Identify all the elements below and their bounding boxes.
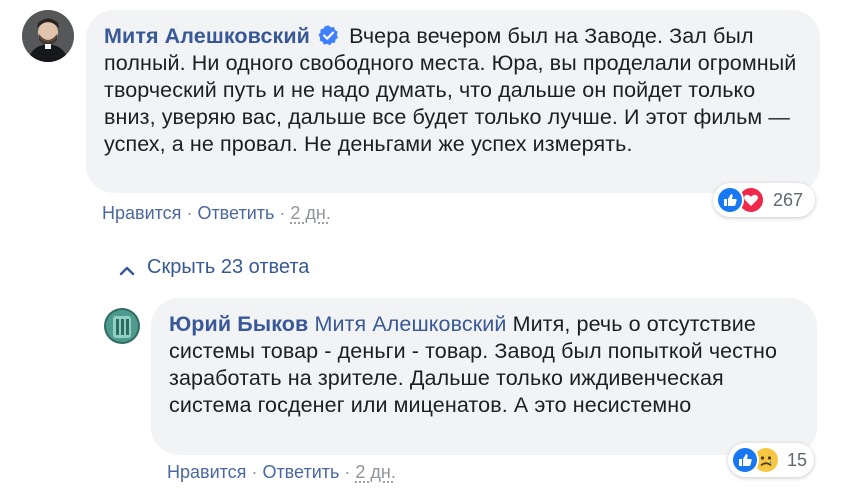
- hide-replies-label: Скрыть 23 ответа: [147, 256, 310, 278]
- like-icon: [731, 446, 759, 474]
- separator-dot: ·: [186, 203, 193, 223]
- reply-button[interactable]: Ответить: [262, 462, 339, 482]
- hide-replies-button[interactable]: Скрыть 23 ответа: [118, 256, 309, 279]
- tagged-user-link[interactable]: Митя Алешковский: [314, 312, 506, 336]
- like-button[interactable]: Нравится: [167, 462, 246, 482]
- reply-timestamp[interactable]: 2 дн.: [355, 462, 395, 482]
- reply-bubble: Юрий Быков Митя Алешковский Митя, речь о…: [151, 298, 817, 455]
- reaction-count: 15: [787, 449, 808, 470]
- reactions-summary[interactable]: 15: [728, 443, 814, 477]
- separator-dot: ·: [344, 462, 351, 482]
- verified-badge-icon: [318, 25, 339, 46]
- comment-text-block: Митя Алешковский Вчера вечером был на За…: [104, 23, 802, 158]
- reply-text-block: Юрий Быков Митя Алешковский Митя, речь о…: [169, 311, 799, 419]
- separator-dot: ·: [251, 462, 258, 482]
- reply-button[interactable]: Ответить: [197, 203, 274, 223]
- reply-actions: Нравится · Ответить · 2 дн.: [167, 462, 396, 483]
- reaction-count: 267: [773, 189, 804, 210]
- reply-author-name[interactable]: Юрий Быков: [169, 312, 308, 336]
- reactions-summary[interactable]: 267: [713, 183, 815, 217]
- separator-dot: ·: [279, 203, 286, 223]
- like-icon: [716, 186, 744, 214]
- comment-actions: Нравится · Ответить · 2 дн.: [102, 203, 331, 224]
- comment-author-name[interactable]: Митя Алешковский: [104, 24, 310, 48]
- comment-timestamp[interactable]: 2 дн.: [290, 203, 330, 223]
- comment-bubble: Митя Алешковский Вчера вечером был на За…: [86, 10, 820, 193]
- chevron-up-icon: [118, 261, 136, 275]
- like-button[interactable]: Нравится: [102, 203, 181, 223]
- avatar[interactable]: [104, 308, 140, 344]
- avatar[interactable]: [22, 10, 74, 62]
